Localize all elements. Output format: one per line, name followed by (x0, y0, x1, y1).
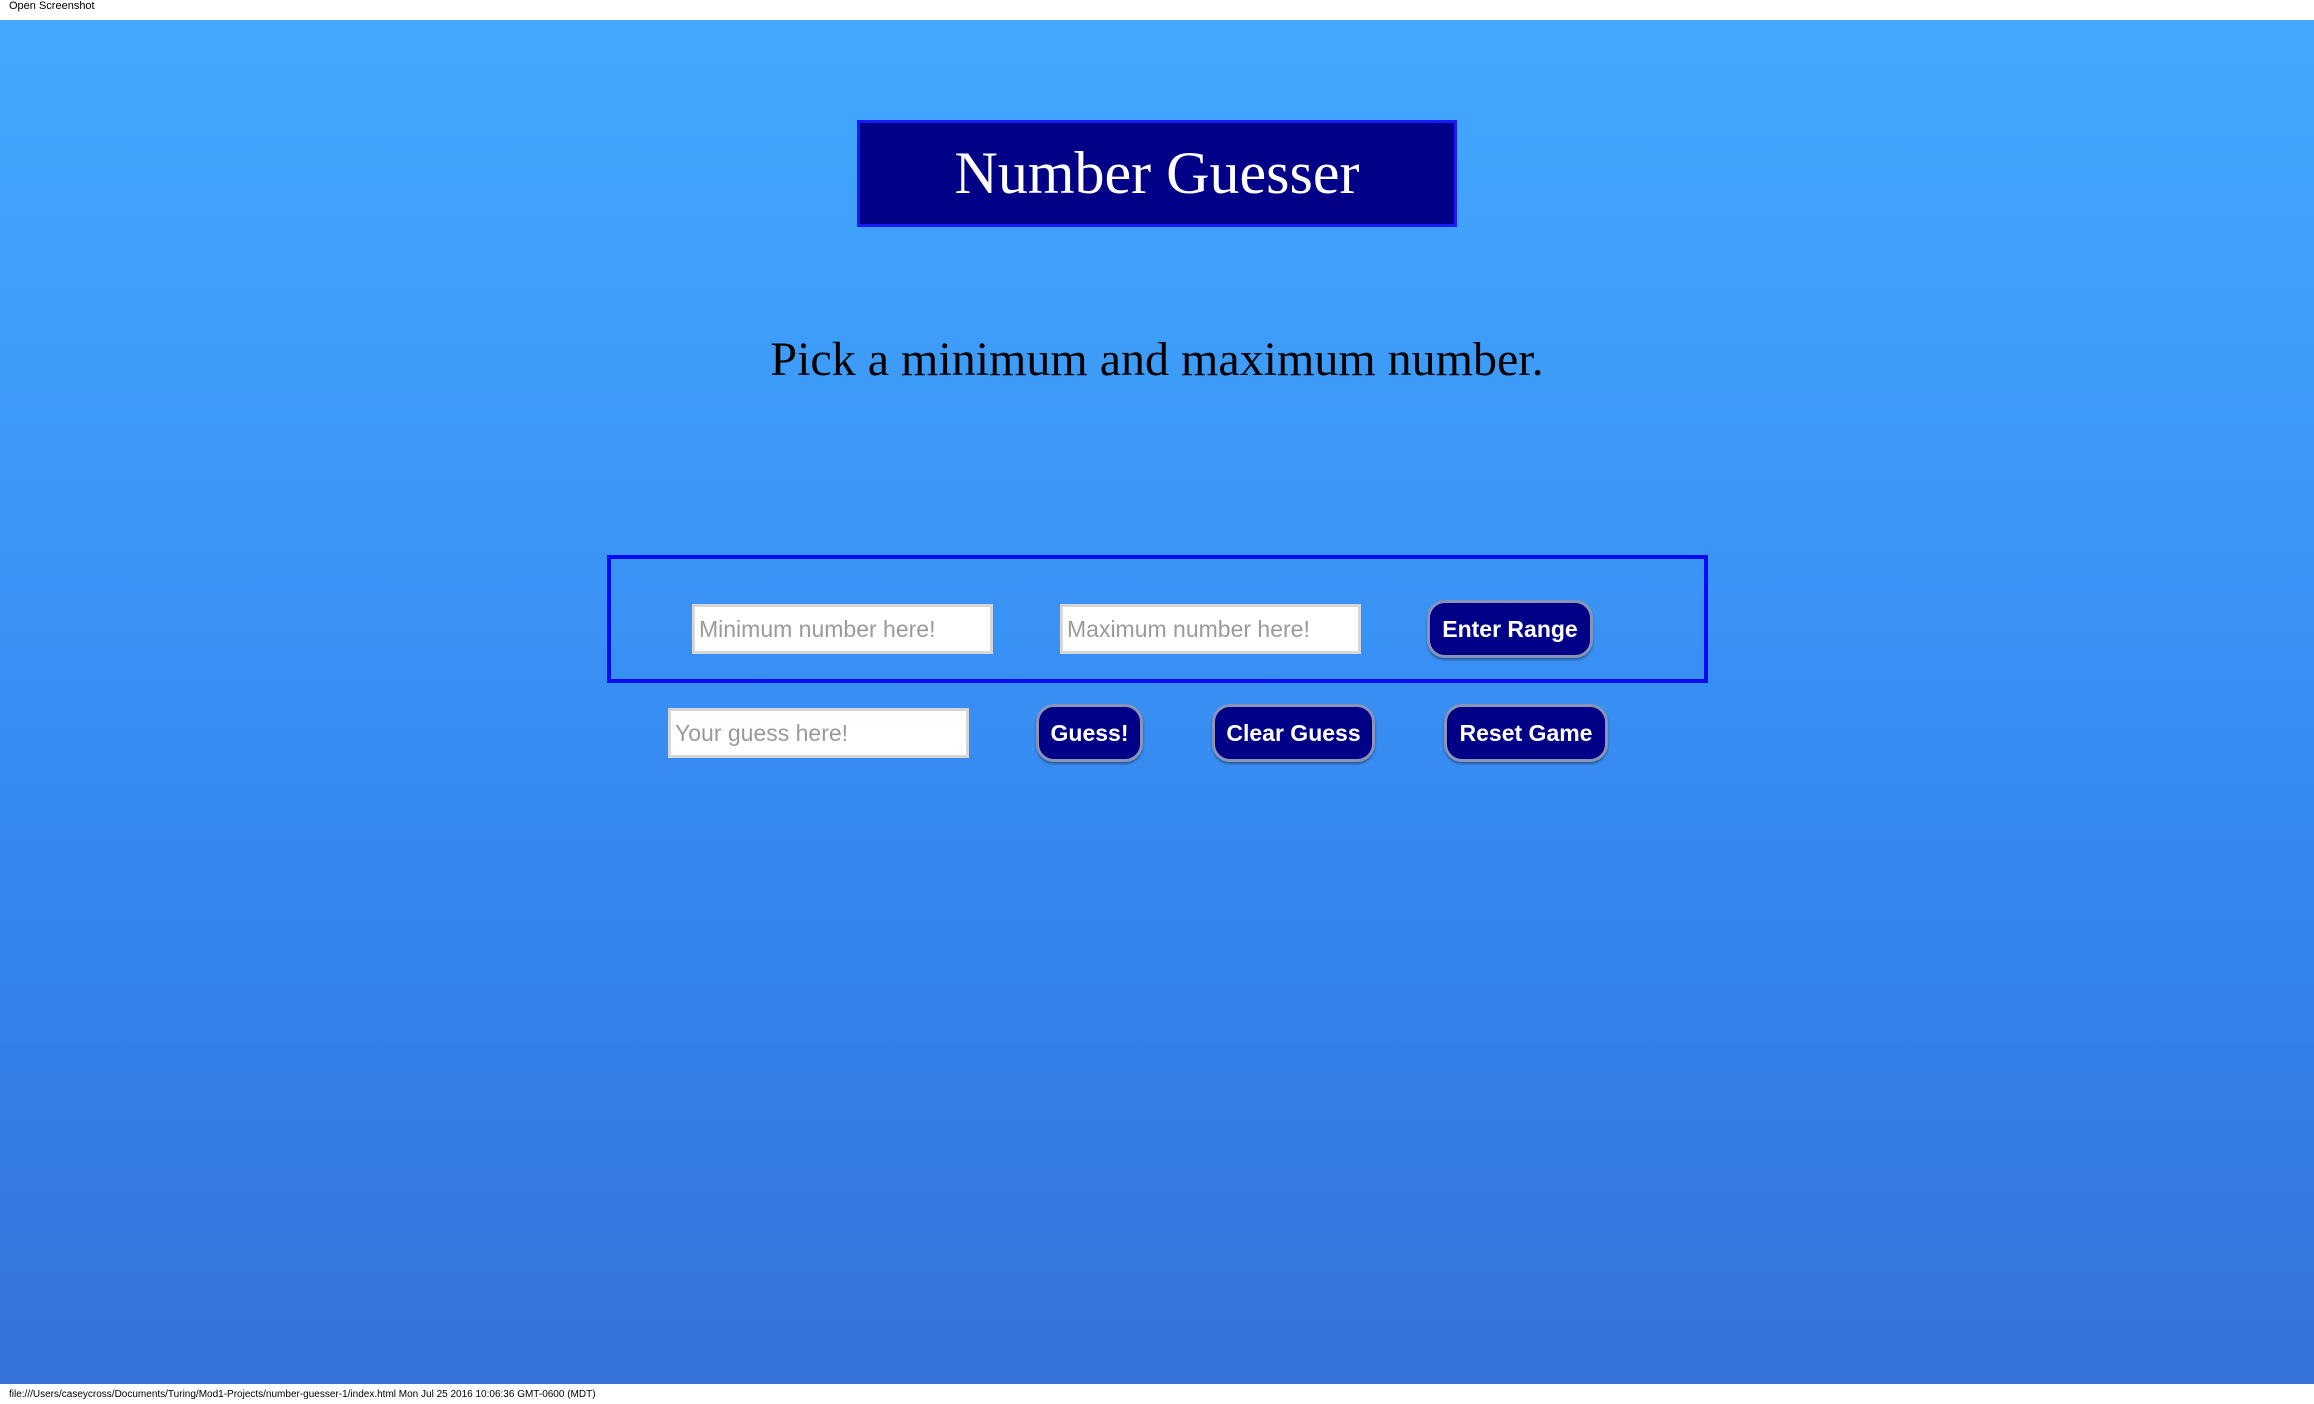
guess-button[interactable]: Guess! (1036, 704, 1143, 762)
enter-range-button[interactable]: Enter Range (1427, 600, 1593, 658)
reset-game-button[interactable]: Reset Game (1444, 704, 1608, 762)
footer-file-path: file:///Users/caseycross/Documents/Turin… (9, 1389, 596, 1400)
window-top-bar: Open Screenshot (0, 0, 2314, 20)
title-banner: Number Guesser (857, 120, 1457, 227)
window-footer: file:///Users/caseycross/Documents/Turin… (0, 1384, 2314, 1404)
max-number-input[interactable] (1060, 604, 1361, 654)
page-background: Number Guesser Pick a minimum and maximu… (0, 20, 2314, 1384)
clear-guess-button[interactable]: Clear Guess (1212, 704, 1375, 762)
instructions-text: Pick a minimum and maximum number. (770, 333, 1544, 386)
min-number-input[interactable] (692, 604, 993, 654)
window-top-label: Open Screenshot (9, 0, 95, 12)
page-title: Number Guesser (954, 140, 1360, 206)
guess-input[interactable] (668, 708, 969, 758)
